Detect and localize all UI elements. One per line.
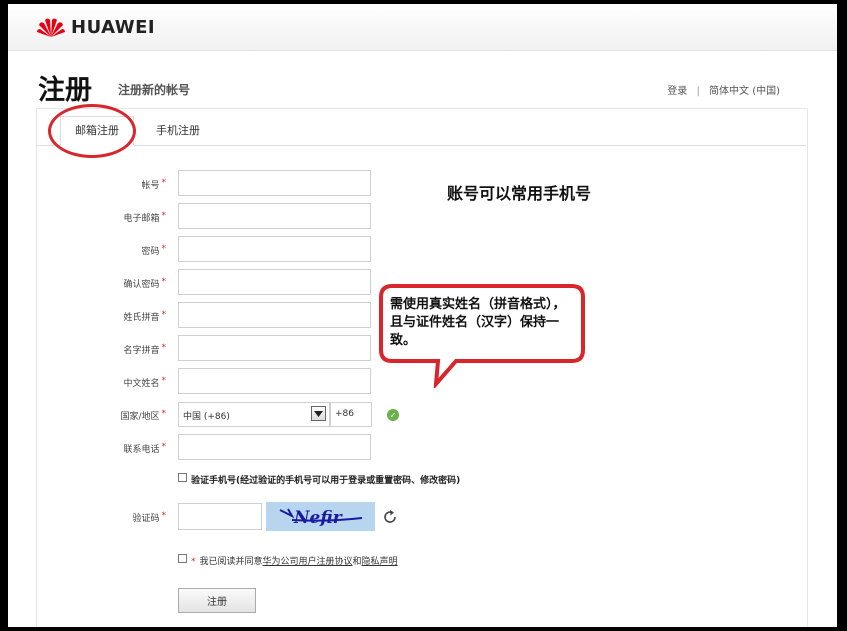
header-bar: HUAWEI (8, 4, 837, 51)
given-name-pinyin-input[interactable] (178, 335, 371, 361)
captcha-image[interactable]: Nefir (266, 502, 375, 531)
surname-pinyin-input[interactable] (178, 302, 371, 328)
register-button[interactable]: 注册 (178, 588, 256, 613)
country-select[interactable]: 中国 (+86) (178, 402, 330, 427)
top-links: 登录 | 简体中文 (中国) (667, 82, 780, 97)
country-label: 国家/地区 * (120, 409, 166, 422)
user-agreement-link[interactable]: 华为公司用户注册协议 (263, 557, 353, 567)
page-title: 注册 (38, 75, 92, 106)
verify-phone-checkbox[interactable] (178, 473, 187, 482)
phone-input[interactable] (178, 434, 371, 460)
browser-frame: HUAWEI 注册 注册新的帐号 登录 | 简体中文 (中国) 邮箱注册 手机注… (8, 4, 837, 627)
surname-pinyin-label: 姓氏拼音 * (123, 310, 166, 323)
country-code-field: +86 (330, 402, 372, 427)
email-input[interactable] (178, 203, 371, 229)
agree-checkbox[interactable] (178, 554, 187, 563)
refresh-icon[interactable] (381, 508, 399, 526)
confirm-password-label: 确认密码 * (123, 277, 166, 290)
account-annotation: 账号可以常用手机号 (447, 184, 592, 203)
password-input[interactable] (178, 236, 371, 262)
huawei-logo[interactable]: HUAWEI (36, 12, 155, 42)
account-input[interactable] (178, 170, 371, 196)
agree-text: * 我已阅读并同意华为公司用户注册协议和隐私声明 (191, 557, 398, 567)
tab-bar: 邮箱注册 手机注册 (36, 108, 806, 146)
email-label: 电子邮箱 * (123, 211, 166, 224)
huawei-flower-icon (37, 18, 65, 37)
privacy-link[interactable]: 隐私声明 (362, 557, 398, 567)
tab-phone-register[interactable]: 手机注册 (156, 122, 200, 138)
check-success-icon: ✓ (387, 409, 399, 421)
tab-highlight-ellipse (48, 104, 136, 158)
login-link[interactable]: 登录 (667, 86, 687, 97)
verify-phone-label: 验证手机号(经过验证的手机号可以用于登录或重置密码、修改密码) (191, 476, 461, 486)
phone-label: 联系电话 * (123, 442, 166, 455)
page-subtitle: 注册新的帐号 (118, 83, 191, 97)
captcha-text: Nefir (293, 508, 343, 528)
link-separator: | (696, 86, 700, 97)
chinese-name-label: 中文姓名 * (123, 376, 166, 389)
captcha-label: 验证码 * (132, 511, 166, 524)
account-label: 帐号 * (141, 178, 166, 191)
chinese-name-input[interactable] (178, 368, 371, 394)
language-link[interactable]: 简体中文 (中国) (709, 86, 780, 97)
brand-name: HUAWEI (71, 16, 156, 38)
given-name-pinyin-label: 名字拼音 * (123, 343, 166, 356)
captcha-input[interactable] (178, 503, 262, 530)
password-label: 密码 * (141, 244, 166, 257)
name-annotation: 需使用真实姓名（拼音格式），且与证件姓名（汉字）保持一致。 (390, 297, 566, 348)
confirm-password-input[interactable] (178, 269, 371, 295)
dropdown-arrow-icon[interactable] (311, 406, 326, 421)
